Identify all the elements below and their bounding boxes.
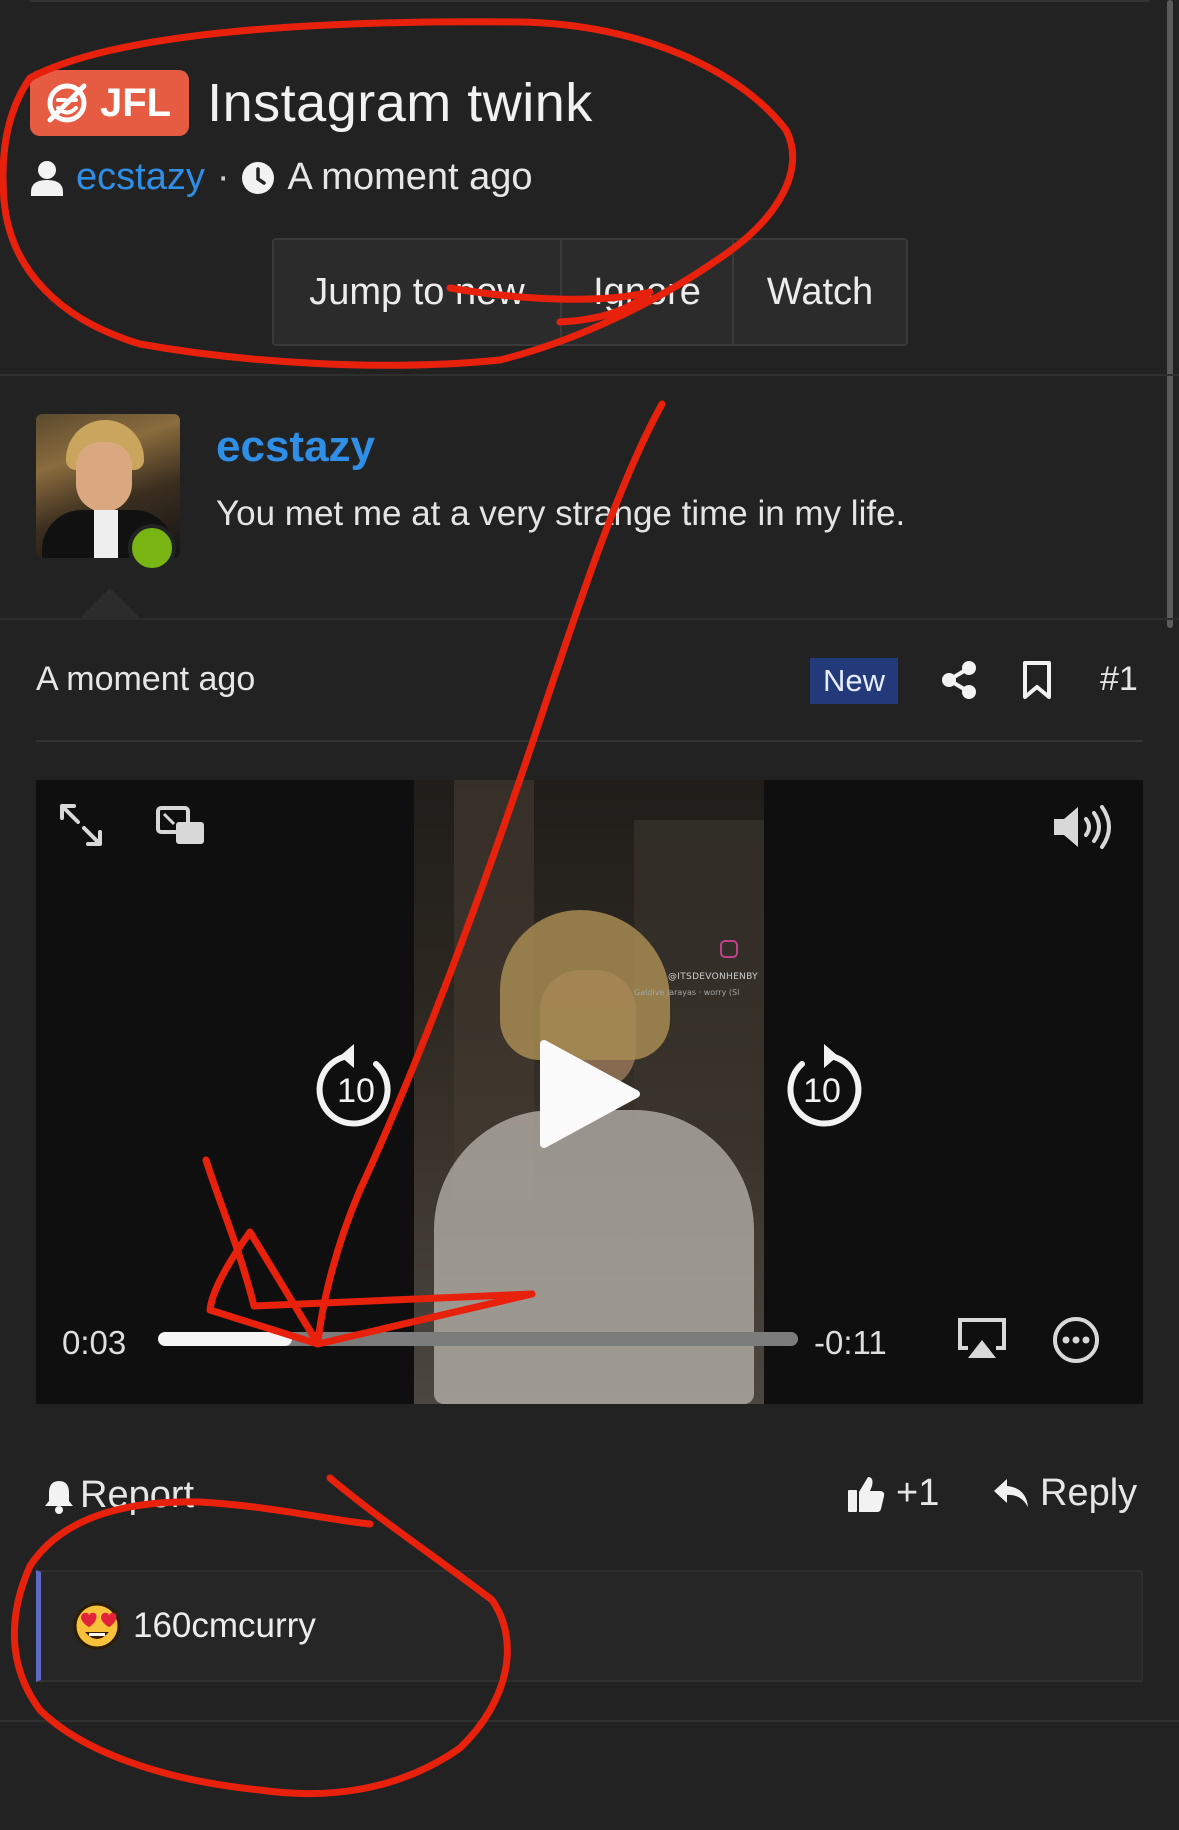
user-icon (31, 160, 63, 196)
video-current-time: 0:03 (62, 1324, 127, 1361)
video-progress-bar[interactable] (158, 1332, 798, 1346)
ignore-button[interactable]: Ignore (562, 240, 734, 344)
message-pointer (80, 588, 140, 618)
frame-coat (434, 1110, 754, 1404)
thread-title: Instagram twink (207, 73, 593, 133)
scrollbar[interactable] (1167, 0, 1173, 628)
more-options-icon[interactable] (1052, 1316, 1100, 1364)
reaction-user[interactable]: 160cmcurry (133, 1606, 316, 1646)
volume-icon[interactable] (1050, 802, 1120, 852)
report-label: Report (80, 1474, 195, 1516)
header-divider (0, 374, 1179, 376)
top-divider (30, 0, 1149, 2)
picture-in-picture-icon[interactable] (156, 806, 206, 846)
video-player[interactable]: @ITSDEVONHENBY Galdive Jarayas · worry (… (36, 780, 1143, 1404)
clock-icon (242, 161, 275, 194)
thread-author-link[interactable]: ecstazy (76, 156, 205, 199)
online-status-dot (128, 524, 176, 572)
post-time[interactable]: A moment ago (36, 660, 255, 699)
post-author-name[interactable]: ecstazy (216, 422, 375, 472)
share-icon[interactable] (940, 660, 978, 700)
watch-button[interactable]: Watch (734, 240, 906, 344)
thread-header: JFL Instagram twink ecstazy · A moment a… (30, 60, 1130, 199)
thread-title-row: JFL Instagram twink (30, 60, 1130, 146)
avatar-shirt (94, 510, 118, 558)
like-button[interactable]: +1 (846, 1472, 939, 1515)
thread-time: A moment ago (287, 156, 533, 198)
video-watermark-sub: Galdive Jarayas · worry (Sl (634, 988, 740, 997)
meta-separator: · (216, 156, 230, 198)
reply-button[interactable]: Reply (992, 1472, 1137, 1515)
forward-seconds: 10 (803, 1072, 841, 1110)
instagram-icon (720, 940, 738, 958)
jump-to-new-button[interactable]: Jump to new (274, 240, 562, 344)
bookmark-icon[interactable] (1022, 660, 1052, 700)
video-remaining-time: -0:11 (814, 1324, 887, 1361)
reply-icon (994, 1478, 1028, 1507)
thread-prefix-label: JFL (100, 80, 172, 125)
bottom-divider (0, 1720, 1179, 1722)
video-progress-fill (158, 1332, 293, 1346)
new-badge: New (810, 658, 898, 704)
airplay-icon[interactable] (956, 1316, 1008, 1362)
reply-label: Reply (1040, 1472, 1138, 1514)
bell-icon (45, 1480, 73, 1514)
thread-prefix-badge[interactable]: JFL (30, 70, 190, 136)
rewind-10-icon[interactable]: 10 (314, 1042, 398, 1132)
play-icon[interactable] (536, 1038, 640, 1150)
post-author-title: You met me at a very strange time in my … (216, 494, 906, 533)
thumbs-up-icon (848, 1476, 885, 1512)
post-meta-divider (36, 740, 1143, 742)
thread-actions: Jump to new Ignore Watch (272, 238, 908, 346)
heart-eyes-emoji-icon (73, 1602, 121, 1650)
report-link[interactable]: Report (44, 1474, 194, 1517)
reactions-bar[interactable]: 160cmcurry (36, 1570, 1143, 1682)
thread-meta: ecstazy · A moment ago (30, 156, 1130, 199)
video-watermark: @ITSDEVONHENBY (668, 972, 758, 982)
fullscreen-icon[interactable] (56, 800, 106, 850)
rewind-seconds: 10 (337, 1072, 375, 1110)
post-divider (0, 618, 1179, 620)
post-number[interactable]: #1 (1100, 660, 1138, 699)
avatar-face (76, 442, 132, 512)
forward-10-icon[interactable]: 10 (780, 1042, 864, 1132)
like-label: +1 (896, 1472, 940, 1514)
prefix-face-icon (47, 83, 87, 123)
